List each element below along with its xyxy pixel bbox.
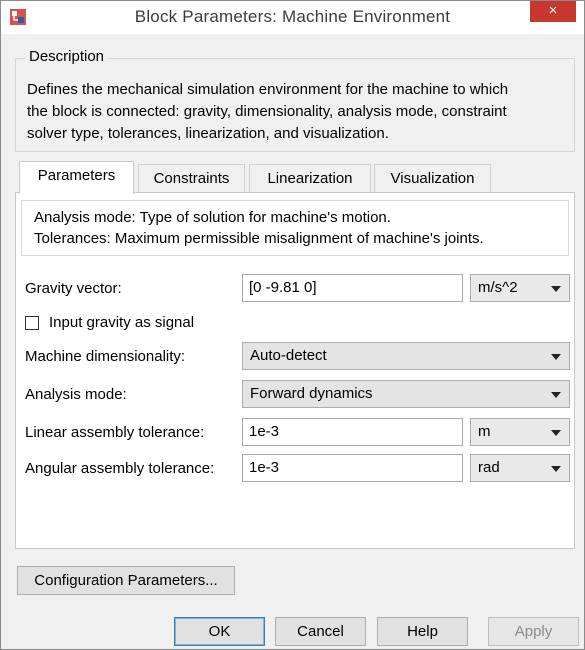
chevron-down-icon — [551, 466, 561, 472]
chevron-down-icon — [551, 430, 561, 436]
description-text: Defines the mechanical simulation enviro… — [27, 79, 573, 145]
gravity-vector-input[interactable]: [0 -9.81 0] — [242, 274, 463, 302]
description-line: the block is connected: gravity, dimensi… — [27, 103, 507, 120]
dialog-window: Block Parameters: Machine Environment × … — [0, 0, 585, 650]
chevron-down-icon — [551, 286, 561, 292]
description-line: Defines the mechanical simulation enviro… — [27, 81, 509, 98]
tab-constraints[interactable]: Constraints — [138, 164, 245, 192]
linear-tolerance-input[interactable]: 1e-3 — [242, 418, 463, 446]
analysis-mode-value: Forward dynamics — [250, 385, 373, 402]
chevron-down-icon — [551, 392, 561, 398]
info-tolerances: Tolerances: Maximum permissible misalign… — [34, 230, 484, 247]
angular-tolerance-label: Angular assembly tolerance: — [25, 460, 215, 477]
tab-linearization[interactable]: Linearization — [249, 164, 371, 192]
ok-button[interactable]: OK — [174, 617, 265, 646]
chevron-down-icon — [551, 354, 561, 360]
close-button[interactable]: × — [530, 1, 576, 22]
help-button[interactable]: Help — [377, 617, 468, 646]
gravity-unit-value: m/s^2 — [478, 279, 518, 296]
analysis-mode-select[interactable]: Forward dynamics — [242, 380, 570, 408]
angular-tolerance-input[interactable]: 1e-3 — [242, 454, 463, 482]
gravity-unit-select[interactable]: m/s^2 — [470, 274, 570, 302]
angular-tolerance-unit-select[interactable]: rad — [470, 454, 570, 482]
input-gravity-label: Input gravity as signal — [49, 314, 195, 331]
input-gravity-checkbox[interactable] — [25, 316, 39, 330]
linear-tolerance-unit-select[interactable]: m — [470, 418, 570, 446]
title-bar[interactable]: Block Parameters: Machine Environment × — [1, 1, 584, 34]
description-legend: Description — [25, 48, 109, 65]
analysis-mode-label: Analysis mode: — [25, 386, 127, 403]
description-line: solver type, tolerances, linearization, … — [27, 125, 389, 142]
angular-tolerance-unit-value: rad — [478, 459, 500, 476]
configuration-parameters-button[interactable]: Configuration Parameters... — [17, 566, 235, 595]
machine-dimensionality-select[interactable]: Auto-detect — [242, 342, 570, 370]
apply-button[interactable]: Apply — [488, 617, 579, 646]
tab-parameters[interactable]: Parameters — [19, 161, 134, 194]
tab-visualization[interactable]: Visualization — [374, 164, 491, 192]
linear-tolerance-label: Linear assembly tolerance: — [25, 424, 205, 441]
cancel-button[interactable]: Cancel — [275, 617, 366, 646]
gravity-vector-label: Gravity vector: — [25, 280, 122, 297]
info-analysis-mode: Analysis mode: Type of solution for mach… — [34, 209, 391, 226]
machine-dimensionality-label: Machine dimensionality: — [25, 348, 186, 365]
linear-tolerance-unit-value: m — [478, 423, 491, 440]
window-title: Block Parameters: Machine Environment — [134, 7, 451, 26]
machine-dimensionality-value: Auto-detect — [250, 347, 327, 364]
